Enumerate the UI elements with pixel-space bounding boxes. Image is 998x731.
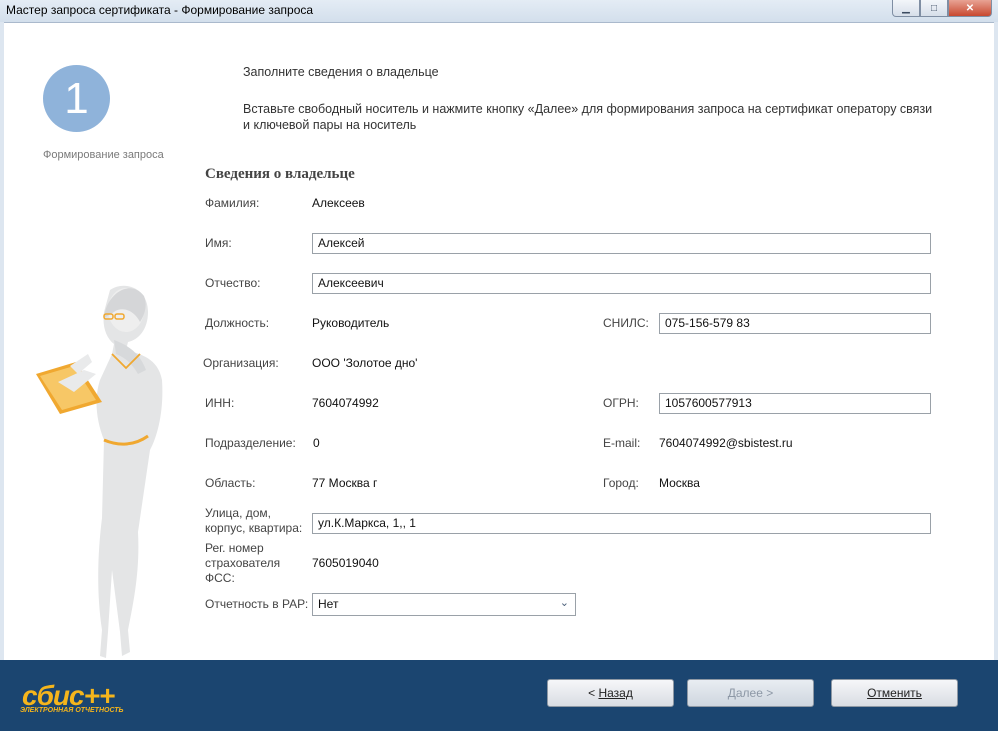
street-field[interactable]: ул.К.Маркса, 1,, 1 [312,513,931,534]
region-label: Область: [205,476,256,490]
email-value: 7604074992@sbistest.ru [659,436,793,450]
inn-label: ИНН: [205,396,235,410]
window-frame-left [0,22,4,662]
back-button-prefix: < [588,686,599,700]
name-field[interactable]: Алексей [312,233,931,254]
surname-value: Алексеев [312,196,365,210]
cancel-button-label: Отменить [867,686,922,700]
position-value: Руководитель [312,316,390,330]
instruction-heading: Заполните сведения о владельце [243,65,439,79]
rar-select[interactable]: Нет ⌄ [312,593,576,616]
department-value: 0 [313,436,320,450]
name-label: Имя: [205,236,232,250]
chevron-down-icon: ⌄ [559,597,569,609]
region-value: 77 Москва г [312,476,378,490]
department-label: Подразделение: [205,436,296,450]
back-button-label: Назад [598,686,633,700]
rar-label: Отчетность в РАР: [205,597,309,611]
fss-value: 7605019040 [312,556,379,570]
window-frame-right [994,22,998,662]
window-title: Мастер запроса сертификата - Формировани… [6,3,314,17]
window-controls: ▁ □ ✕ [892,0,992,17]
title-bar: Мастер запроса сертификата - Формировани… [0,0,998,23]
step-number-badge: 1 [43,65,110,132]
city-value: Москва [659,476,700,490]
cancel-button[interactable]: Отменить [831,679,958,707]
back-button[interactable]: < Назад [547,679,674,707]
patronymic-field[interactable]: Алексеевич [312,273,931,294]
ogrn-label: ОГРН: [603,396,639,410]
email-label: E-mail: [603,436,641,450]
organization-label: Организация: [203,356,279,370]
sbis-logo-subtitle: ЭЛЕКТРОННАЯ ОТЧЕТНОСТЬ [20,707,124,714]
patronymic-label: Отчество: [205,276,261,290]
street-label: Улица, дом, корпус, квартира: [205,506,303,535]
next-button[interactable]: Далее > [687,679,814,707]
minimize-button[interactable]: ▁ [892,0,920,17]
section-title: Сведения о владельце [205,166,355,182]
assistant-illustration [36,285,163,658]
snils-field[interactable]: 075-156-579 83 [659,313,931,334]
instruction-text: Вставьте свободный носитель и нажмите кн… [243,102,933,132]
maximize-button[interactable]: □ [920,0,948,17]
organization-value: ООО 'Золотое дно' [312,356,418,370]
city-label: Город: [603,476,639,490]
ogrn-field[interactable]: 1057600577913 [659,393,931,414]
step-label: Формирование запроса [43,149,164,161]
close-button[interactable]: ✕ [948,0,992,17]
inn-value: 7604074992 [312,396,379,410]
position-label: Должность: [205,316,270,330]
snils-label: СНИЛС: [603,316,649,330]
rar-select-value: Нет [318,597,339,611]
surname-label: Фамилия: [205,196,260,210]
fss-label: Рег. номер страхователя ФСС: [205,541,281,585]
